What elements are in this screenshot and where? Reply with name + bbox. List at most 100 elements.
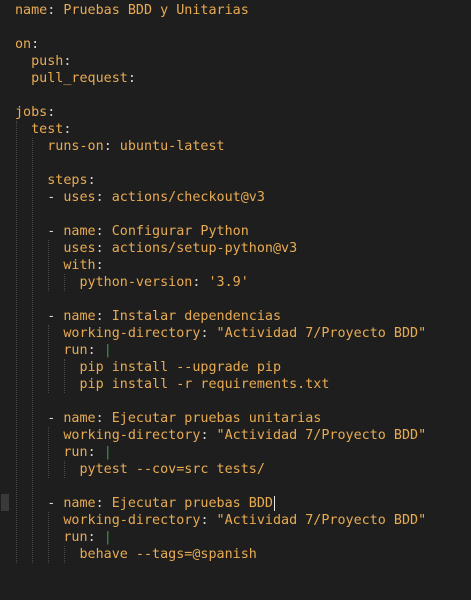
code-token: pip install --upgrade pip <box>79 360 282 375</box>
yaml-key: working-directory <box>63 513 201 528</box>
code-token: '3.9' <box>200 275 249 290</box>
code-token: : <box>95 496 104 511</box>
code-token: : <box>200 428 209 443</box>
code-line[interactable]: runs-on: ubuntu-latest <box>15 138 225 155</box>
block-scalar-indicator: | <box>103 343 112 358</box>
yaml-key: on <box>15 37 32 52</box>
yaml-key: uses <box>63 241 96 256</box>
code-line[interactable]: with: <box>15 257 104 274</box>
code-token: pytest --cov=src tests/ <box>79 462 265 477</box>
current-line-gutter-marker <box>1 494 9 511</box>
yaml-key: run <box>63 530 88 545</box>
code-token: Instalar dependencias <box>103 309 282 324</box>
block-scalar-indicator: | <box>103 445 112 460</box>
code-token: - <box>47 411 64 426</box>
yaml-key: python-version <box>79 275 193 290</box>
code-token: : <box>127 71 136 86</box>
yaml-key: run <box>63 445 88 460</box>
yaml-key: name <box>63 309 96 324</box>
code-line[interactable]: behave --tags=@spanish <box>15 546 257 563</box>
code-token: Ejecutar pruebas unitarias <box>103 411 322 426</box>
code-line[interactable]: run: | <box>15 342 112 359</box>
code-line[interactable]: run: | <box>15 444 112 461</box>
yaml-key: jobs <box>15 105 48 120</box>
code-token: : <box>87 343 96 358</box>
code-line[interactable]: - name: Configurar Python <box>15 223 249 240</box>
code-line[interactable]: - name: Instalar dependencias <box>15 308 281 325</box>
code-token: - <box>47 224 64 239</box>
code-line[interactable]: - name: Ejecutar pruebas BDD <box>15 495 275 512</box>
code-line[interactable]: pip install --upgrade pip <box>15 359 282 376</box>
code-line[interactable]: uses: actions/setup-python@v3 <box>15 240 297 257</box>
code-token: : <box>87 173 96 188</box>
code-line[interactable]: pip install -r requirements.txt <box>15 376 330 393</box>
yaml-key: name <box>63 224 96 239</box>
code-token: : <box>95 190 104 205</box>
code-line[interactable]: name: Pruebas BDD y Unitarias <box>15 2 249 19</box>
code-line[interactable]: jobs: <box>15 104 55 121</box>
yaml-key: pull_request <box>31 71 128 86</box>
code-line[interactable]: python-version: '3.9' <box>15 274 249 291</box>
code-line[interactable]: - uses: actions/checkout@v3 <box>15 189 265 206</box>
yaml-key: steps <box>47 173 88 188</box>
code-token: : <box>87 530 96 545</box>
code-token: : <box>95 224 104 239</box>
code-line[interactable]: pull_request: <box>15 70 136 87</box>
code-line[interactable]: test: <box>15 121 71 138</box>
code-token: - <box>47 190 64 205</box>
yaml-key: name <box>63 496 96 511</box>
yaml-key: working-directory <box>63 326 201 341</box>
yaml-key: test <box>31 122 64 137</box>
yaml-code-editor[interactable]: name: Pruebas BDD y Unitarias on: push: p… <box>0 0 471 600</box>
code-line[interactable]: run: | <box>15 529 112 546</box>
code-line[interactable]: working-directory: "Actividad 7/Proyecto… <box>15 512 426 529</box>
yaml-key: uses <box>63 190 96 205</box>
code-line[interactable]: push: <box>15 53 71 70</box>
code-line[interactable]: steps: <box>15 172 96 189</box>
code-line[interactable]: working-directory: "Actividad 7/Proyecto… <box>15 427 426 444</box>
code-line[interactable]: working-directory: "Actividad 7/Proyecto… <box>15 325 426 342</box>
code-token: : <box>95 241 104 256</box>
code-token: : <box>200 513 209 528</box>
code-token: : <box>95 258 104 273</box>
yaml-key: working-directory <box>63 428 201 443</box>
yaml-key: push <box>31 54 64 69</box>
code-line[interactable]: on: <box>15 36 39 53</box>
code-line[interactable]: pytest --cov=src tests/ <box>15 461 265 478</box>
code-token: "Actividad 7/Proyecto BDD" <box>208 326 427 341</box>
code-token: Pruebas BDD y Unitarias <box>55 3 249 18</box>
code-token: : <box>103 139 112 154</box>
yaml-key: name <box>63 411 96 426</box>
code-token: behave --tags=@spanish <box>79 547 257 562</box>
code-token: ubuntu-latest <box>111 139 225 154</box>
code-token: actions/checkout@v3 <box>103 190 265 205</box>
code-token: "Actividad 7/Proyecto BDD" <box>208 513 427 528</box>
code-token: Ejecutar pruebas BDD <box>103 496 273 511</box>
code-token: : <box>63 122 72 137</box>
code-token: actions/setup-python@v3 <box>103 241 298 256</box>
code-line[interactable]: - name: Ejecutar pruebas unitarias <box>15 410 321 427</box>
yaml-key: runs-on <box>47 139 104 154</box>
block-scalar-indicator: | <box>103 530 112 545</box>
code-token: : <box>95 309 104 324</box>
yaml-key: name <box>15 3 48 18</box>
code-token: : <box>47 105 56 120</box>
